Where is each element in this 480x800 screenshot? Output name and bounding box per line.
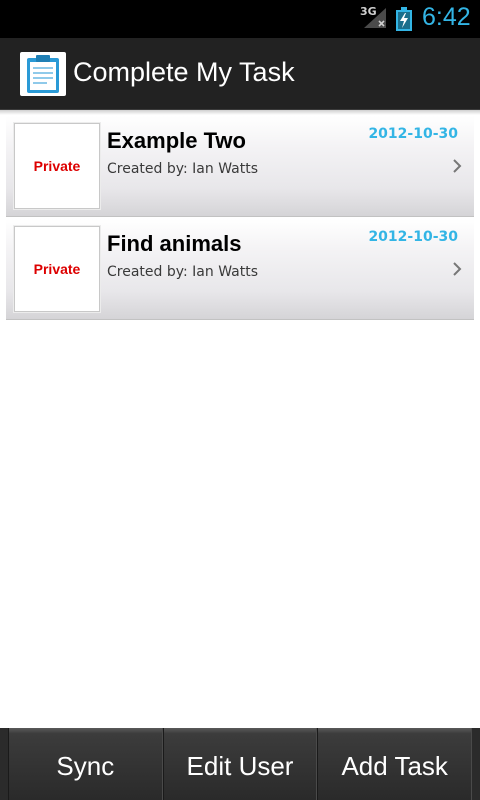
privacy-badge: Private [14,226,100,312]
status-bar: 3G 6:42 [0,0,480,38]
chevron-right-icon [453,262,462,276]
app-title: Complete My Task [73,57,295,87]
action-bar: Complete My Task [0,38,480,110]
bottom-button-bar: Sync Edit User Add Task [0,728,480,800]
task-title: Example Two [107,128,246,153]
task-creator: Created by: Ian Watts [107,264,259,280]
privacy-badge: Private [14,123,100,209]
task-date: 2012-10-30 [368,229,458,245]
task-title: Find animals [107,231,242,256]
task-list-item[interactable]: Private Example Two Created by: Ian Watt… [6,116,474,217]
clipboard-icon[interactable] [20,52,66,96]
status-clock: 6:42 [422,3,471,31]
chevron-right-icon [453,159,462,173]
sync-button[interactable]: Sync [8,728,163,800]
action-bar-shadow [0,110,480,115]
task-list-item[interactable]: Private Find animals Created by: Ian Wat… [6,219,474,320]
task-date: 2012-10-30 [368,126,458,142]
edit-user-button[interactable]: Edit User [162,728,318,800]
bottom-bar-edge-right [472,728,480,800]
app-screen: 3G 6:42 Complete My Task Private Example… [0,0,480,800]
task-list: Private Example Two Created by: Ian Watt… [6,116,474,322]
privacy-label: Private [33,261,81,277]
task-creator: Created by: Ian Watts [107,161,259,177]
bottom-bar-edge-left [0,728,8,800]
signal-no-bars-icon [364,8,386,28]
battery-charging-icon [396,7,412,31]
add-task-button[interactable]: Add Task [317,728,473,800]
privacy-label: Private [33,158,81,174]
